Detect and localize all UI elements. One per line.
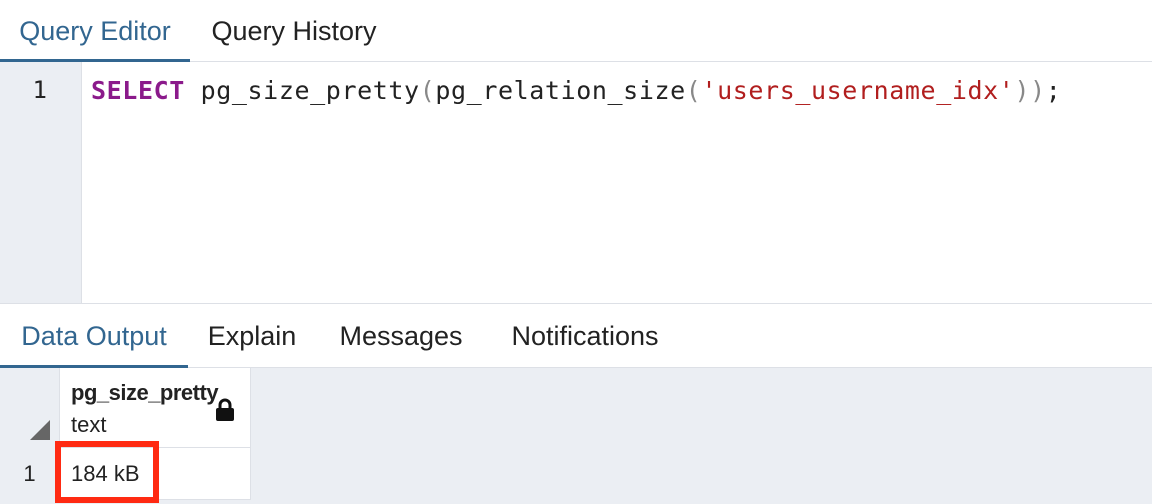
grid-corner-cell[interactable] — [0, 368, 60, 448]
paren: ) — [1014, 76, 1031, 105]
column-type: text — [71, 412, 107, 437]
cell-value: 184 kB — [71, 461, 140, 486]
editor-tab-bar: Query Editor Query History — [0, 0, 1152, 63]
sql-editor[interactable]: 1 SELECT pg_size_pretty(pg_relation_size… — [0, 62, 1152, 304]
results-grid: pg_size_pretty text 1 184 kB — [0, 368, 1152, 504]
paren: ( — [419, 76, 436, 105]
row-number[interactable]: 1 — [0, 448, 60, 500]
sql-keyword: SELECT — [91, 76, 185, 105]
tab-messages[interactable]: Messages — [316, 305, 486, 368]
sort-triangle-icon — [30, 420, 50, 440]
paren: ) — [1030, 76, 1046, 105]
column-header[interactable]: pg_size_pretty text — [60, 368, 251, 448]
tab-notifications[interactable]: Notifications — [486, 305, 684, 368]
results-tab-bar: Data Output Explain Messages Notificatio… — [0, 305, 1152, 369]
lock-icon — [216, 398, 234, 421]
statement-terminator: ; — [1045, 76, 1062, 105]
tab-data-output[interactable]: Data Output — [0, 305, 188, 369]
tab-query-editor[interactable]: Query Editor — [0, 0, 190, 63]
tab-explain[interactable]: Explain — [188, 305, 316, 368]
paren: ( — [685, 76, 702, 105]
function-name: pg_relation_size — [435, 76, 686, 105]
function-name: pg_size_pretty — [200, 76, 420, 105]
code-line[interactable]: SELECT pg_size_pretty(pg_relation_size('… — [91, 76, 1061, 105]
line-number-gutter: 1 — [0, 62, 82, 303]
table-cell[interactable]: 184 kB — [60, 448, 251, 500]
string-literal: 'users_username_idx' — [701, 76, 1015, 105]
column-name: pg_size_pretty — [71, 380, 219, 405]
line-number: 1 — [32, 76, 47, 104]
tab-query-history[interactable]: Query History — [190, 0, 398, 62]
